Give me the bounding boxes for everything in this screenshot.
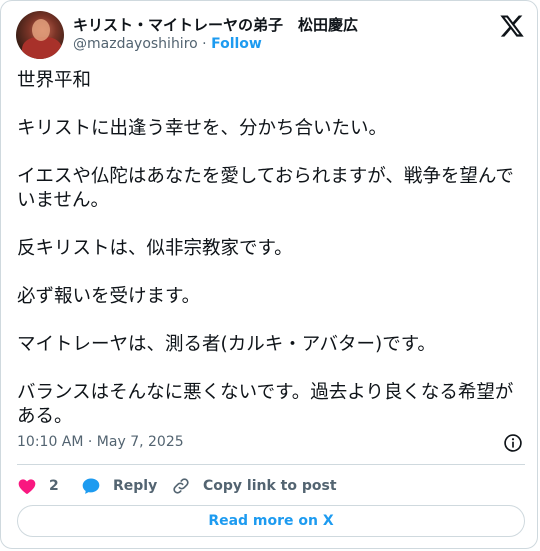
heart-icon	[18, 479, 36, 494]
post-text: 世界平和 キリストに出逢う幸せを、分かち合いたい。 イエスや仏陀はあなたを愛して…	[17, 69, 525, 429]
read-more-button[interactable]: Read more on X	[17, 505, 525, 537]
avatar[interactable]	[16, 11, 64, 59]
info-icon[interactable]	[503, 433, 523, 453]
link-icon	[173, 478, 189, 494]
like-count: 2	[49, 478, 59, 494]
post-timestamp[interactable]: 10:10 AM · May 7, 2025	[17, 434, 184, 450]
author-name[interactable]: キリスト・マイトレーヤの弟子 松田慶広	[73, 14, 358, 35]
copy-link-button[interactable]: Copy link to post	[171, 475, 337, 497]
embedded-post-card: キリスト・マイトレーヤの弟子 松田慶広 @mazdayoshihiro · Fo…	[0, 0, 538, 549]
copy-link-label: Copy link to post	[203, 478, 337, 494]
author-handle[interactable]: @mazdayoshihiro	[73, 36, 198, 52]
x-logo-icon[interactable]	[499, 13, 525, 39]
divider	[17, 464, 525, 465]
follow-button[interactable]: Follow	[211, 36, 262, 52]
post-paragraph: 反キリストは、似非宗教家です。	[17, 238, 293, 259]
post-paragraph: 必ず報いを受けます。	[17, 286, 201, 307]
post-paragraph: マイトレーヤは、測る者(カルキ・アバター)です。	[17, 334, 436, 355]
author-handle-row: @mazdayoshihiro · Follow	[73, 36, 262, 52]
handle-separator: ·	[202, 36, 207, 52]
avatar-figure-face	[32, 19, 50, 41]
reply-button[interactable]: Reply	[81, 475, 157, 497]
like-button[interactable]: 2	[17, 475, 59, 497]
post-paragraph: イエスや仏陀はあなたを愛しておられますが、戦争を望んでいません。	[17, 166, 514, 211]
reply-bubble-icon	[82, 478, 100, 494]
reply-label: Reply	[113, 478, 158, 494]
post-paragraph: 世界平和	[17, 70, 92, 91]
post-paragraph: キリストに出逢う幸せを、分かち合いたい。	[17, 118, 388, 139]
post-paragraph: バランスはそんなに悪くないです。過去より良くなる希望がある。	[17, 382, 514, 427]
